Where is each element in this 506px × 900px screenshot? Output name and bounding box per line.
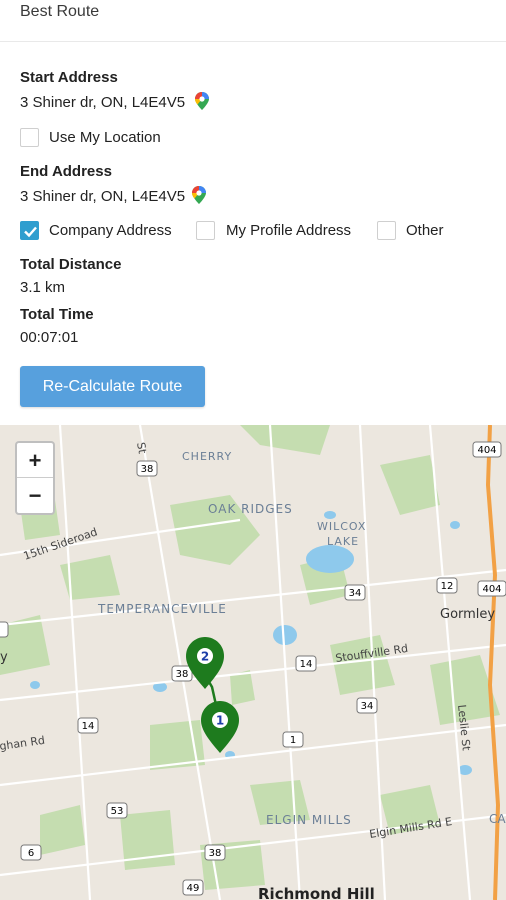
svg-text:38: 38 [209, 848, 222, 859]
map-label-richmond-hill: Richmond Hill [258, 885, 375, 900]
partial-road-shield [0, 621, 9, 638]
end-address-value: 3 Shiner dr, ON, L4E4V5 [20, 186, 207, 208]
zoom-in-button[interactable]: + [17, 443, 53, 478]
checkmark-icon [24, 226, 37, 238]
header: Best Route [0, 0, 506, 42]
use-my-location-checkbox[interactable] [20, 128, 39, 147]
map-canvas[interactable]: CHERRY OAK RIDGES WILCOX LAKE TEMPERANCE… [0, 425, 506, 900]
profile-address-label: My Profile Address [226, 222, 352, 239]
svg-text:6: 6 [28, 848, 34, 859]
profile-address-checkbox[interactable] [196, 221, 215, 240]
svg-text:404: 404 [482, 584, 501, 595]
company-address-checkbox[interactable] [20, 221, 39, 240]
map-zoom-control: + − [15, 441, 55, 515]
total-distance-label: Total Distance [20, 256, 122, 273]
google-maps-icon[interactable] [195, 92, 210, 114]
svg-text:14: 14 [300, 659, 313, 670]
page-title: Best Route [20, 3, 100, 20]
svg-text:53: 53 [111, 806, 124, 817]
svg-text:34: 34 [349, 588, 362, 599]
marker-1-label: 1 [216, 714, 224, 728]
map-label-cherry: CHERRY [182, 450, 232, 463]
map-label-wilcox: WILCOX [317, 520, 366, 533]
start-address-label: Start Address [20, 69, 118, 86]
map-label-gormley: Gormley [440, 607, 495, 622]
map-label-temperanceville: TEMPERANCEVILLE [97, 602, 227, 616]
map-label-y: y [0, 650, 8, 665]
start-address-value: 3 Shiner dr, ON, L4E4V5 [20, 92, 210, 114]
other-address-checkbox[interactable] [377, 221, 396, 240]
map-label-oak-ridges: OAK RIDGES [208, 502, 293, 516]
total-distance-value: 3.1 km [20, 279, 66, 296]
map-label-elgin-mills: ELGIN MILLS [266, 813, 352, 827]
svg-text:49: 49 [187, 883, 200, 894]
end-address-text: 3 Shiner dr, ON, L4E4V5 [20, 188, 186, 205]
svg-text:14: 14 [82, 721, 95, 732]
svg-text:1: 1 [290, 735, 296, 746]
svg-text:38: 38 [176, 669, 189, 680]
total-time-label: Total Time [20, 306, 94, 323]
company-address-label: Company Address [49, 222, 172, 239]
svg-text:38: 38 [141, 464, 154, 475]
other-address-label: Other [406, 222, 444, 239]
start-address-text: 3 Shiner dr, ON, L4E4V5 [20, 94, 186, 111]
zoom-out-button[interactable]: − [17, 478, 53, 513]
total-time-value: 00:07:01 [20, 329, 79, 346]
map-label-ca: CA [489, 812, 506, 826]
map[interactable]: CHERRY OAK RIDGES WILCOX LAKE TEMPERANCE… [0, 425, 506, 900]
end-address-label: End Address [20, 163, 112, 180]
marker-2-label: 2 [201, 650, 209, 664]
map-label-lake: LAKE [327, 535, 359, 548]
use-my-location-label: Use My Location [49, 129, 161, 146]
google-maps-icon[interactable] [192, 186, 207, 208]
svg-text:404: 404 [477, 445, 496, 456]
svg-text:34: 34 [361, 701, 374, 712]
recalculate-route-button[interactable]: Re-Calculate Route [20, 366, 205, 407]
svg-text:12: 12 [441, 581, 454, 592]
